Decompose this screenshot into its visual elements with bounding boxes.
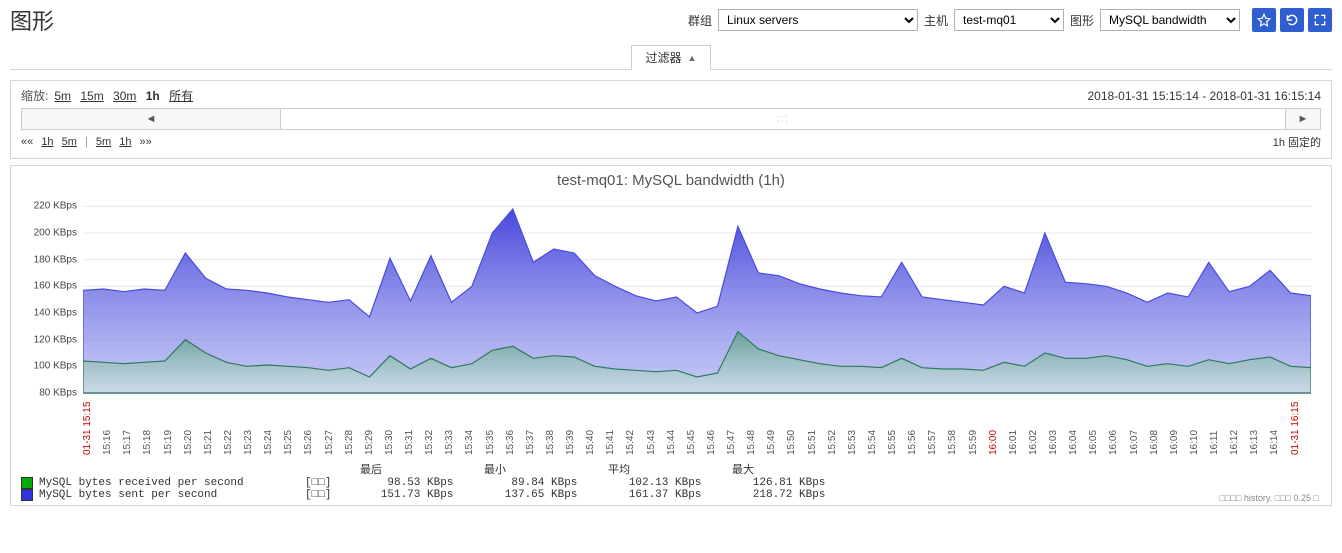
stat-head-min: 最小 [445,461,545,477]
legend-brackets: [□□] [305,489,331,501]
stat-recv-min: 89.84 KBps [477,477,577,489]
stat-recv-max: 126.81 KBps [725,477,825,489]
legend-swatch-recv [21,477,33,489]
chart-title: test-mq01: MySQL bandwidth (1h) [17,172,1325,189]
filter-tab[interactable]: 过滤器 ▲ [631,45,712,70]
nav-back-5m[interactable]: 5m [62,136,77,148]
fullscreen-button[interactable] [1308,8,1332,32]
chevron-down-icon: ▲ [688,53,697,63]
zoom-5m[interactable]: 5m [54,89,71,103]
time-toolbar: 缩放: 5m 15m 30m 1h 所有 2018-01-31 15:15:14… [10,80,1332,159]
nav-right-button[interactable]: ► [1285,108,1321,130]
stat-head-avg: 平均 [569,461,669,477]
group-label: 群组 [688,12,712,29]
nav-first[interactable]: «« [21,136,33,148]
fixed-label: 1h 固定的 [1273,134,1321,150]
stat-head-max: 最大 [693,461,793,477]
nav-left-button[interactable]: ◄ [21,108,281,130]
stat-recv-last: 98.53 KBps [353,477,453,489]
stat-sent-avg: 161.37 KBps [601,489,701,501]
stat-sent-min: 137.65 KBps [477,489,577,501]
zoom-30m[interactable]: 30m [113,89,136,103]
stat-sent-last: 151.73 KBps [353,489,453,501]
legend-swatch-sent [21,489,33,501]
stat-sent-max: 218.72 KBps [725,489,825,501]
host-select[interactable]: test-mq01 [954,9,1064,31]
graph-select[interactable]: MySQL bandwidth [1100,9,1240,31]
time-scrollbar[interactable]: ::: [281,108,1285,130]
group-select[interactable]: Linux servers [718,9,918,31]
zoom-15m[interactable]: 15m [80,89,103,103]
chart-plot [83,193,1311,403]
grip-icon: ::: [777,114,788,125]
nav-back-1h[interactable]: 1h [41,136,53,148]
legend: 最后 最小 平均 最大 MySQL bytes received per sec… [21,461,1325,501]
stat-recv-avg: 102.13 KBps [601,477,701,489]
zoom-all[interactable]: 所有 [169,89,193,103]
host-label: 主机 [924,12,948,29]
zoom-1h[interactable]: 1h [146,89,160,103]
legend-brackets: [□□] [305,477,331,489]
graph-label: 图形 [1070,12,1094,29]
nav-fwd-5m[interactable]: 5m [96,136,111,148]
time-range: 2018-01-31 15:15:14 - 2018-01-31 16:15:1… [1087,89,1321,103]
favorite-button[interactable] [1252,8,1276,32]
page-title: 图形 [10,4,54,36]
refresh-button[interactable] [1280,8,1304,32]
stat-head-last: 最后 [321,461,421,477]
nav-last[interactable]: »» [140,136,152,148]
x-axis: 01-31 15:1515:1615:1715:1815:1915:2015:2… [83,403,1311,455]
y-axis: 80 KBps100 KBps120 KBps140 KBps160 KBps1… [17,193,83,393]
legend-label-sent: MySQL bytes sent per second [39,489,299,501]
filter-tab-label: 过滤器 [646,49,682,66]
footer-mini: □□□□ history. □□□ 0.25 □ [1220,493,1319,503]
zoom-label: 缩放: [21,87,48,104]
nav-fwd-1h[interactable]: 1h [119,136,131,148]
legend-label-recv: MySQL bytes received per second [39,477,299,489]
nav-sep: | [85,136,88,148]
